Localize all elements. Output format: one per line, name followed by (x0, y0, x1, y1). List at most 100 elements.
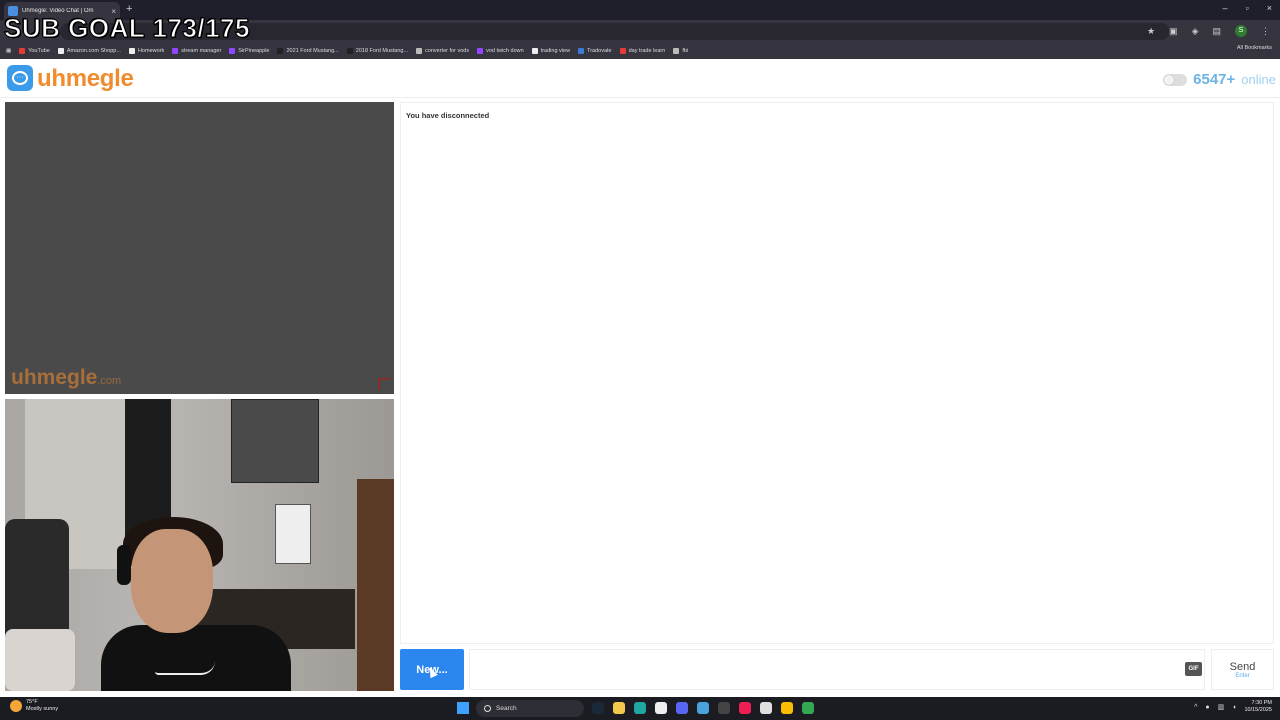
online-indicator: 6547+ online (1163, 71, 1276, 88)
bookmark-favicon-icon (128, 48, 135, 54)
chrome-icon[interactable] (781, 702, 793, 714)
search-icon (484, 705, 491, 712)
chrome-profile-icon[interactable] (802, 702, 814, 714)
bookmark-item[interactable]: 2018 Ford Mustang... (346, 48, 409, 54)
bookmark-label: 2018 Ford Mustang... (355, 48, 409, 54)
site-logo[interactable]: uhmegle (37, 65, 134, 93)
edge-icon[interactable] (634, 702, 646, 714)
sub-goal-overlay: SUB GOAL 173/175 (4, 13, 250, 43)
time: 7:30 PM (1251, 700, 1272, 706)
online-label: online (1241, 72, 1276, 87)
disconnect-status: You have disconnected (406, 111, 490, 120)
bookmark-item[interactable]: Amazon.com Shopp... (57, 48, 121, 54)
bookmark-label: Homework (137, 48, 165, 54)
bookmark-star-icon[interactable]: ★ (1147, 26, 1155, 37)
send-hint: Enter (1235, 672, 1250, 679)
all-bookmarks-button[interactable]: All Bookmarks (1237, 45, 1272, 51)
menu-kebab-icon[interactable]: ⋮ (1261, 26, 1270, 37)
date: 10/15/2025 (1244, 707, 1272, 714)
photos-icon[interactable] (697, 702, 709, 714)
clock[interactable]: 7:30 PM 10/15/2025 (1244, 700, 1272, 714)
bookmark-favicon-icon (19, 48, 26, 54)
bookmark-favicon-icon (229, 48, 236, 54)
bookmarks-bar: ▦ YouTube Amazon.com Shopp... Homework stre… (0, 43, 1280, 59)
theme-toggle[interactable] (1163, 73, 1188, 86)
send-label: Send (1229, 660, 1256, 673)
bookmark-favicon-icon (531, 48, 538, 54)
bookmark-label: stream manager (181, 48, 222, 54)
system-tray: ^ ● ▥ ◖ 7:30 PM 10/15/2025 (1194, 700, 1272, 714)
window-controls: – ▫ × (1223, 3, 1272, 13)
bookmark-favicon-icon (172, 48, 179, 54)
bookmark-label: SirPineapple (238, 48, 270, 54)
sun-icon (10, 699, 22, 712)
bookmark-label: trading view (540, 48, 571, 54)
sidepanel-icon[interactable]: ▤ (1212, 26, 1221, 37)
message-input[interactable] (469, 649, 1205, 690)
bookmark-favicon-icon (578, 48, 585, 54)
bookmark-label: fbi (682, 48, 689, 54)
extension-icon[interactable]: ▣ (1169, 26, 1178, 37)
bookmark-label: Amazon.com Shopp... (66, 48, 121, 54)
bookmark-favicon-icon (277, 48, 284, 54)
weather-condition: Mostly sunny (26, 705, 59, 712)
bookmark-favicon-icon (477, 48, 484, 54)
bookmark-favicon-icon (346, 48, 353, 54)
windows-taskbar: 75°F Mostly sunny Search ^ ● ▥ ◖ 7:30 PM… (0, 697, 1280, 720)
volume-icon[interactable]: ◖ (1232, 704, 1236, 711)
bookmark-label: Tradovate (587, 48, 612, 54)
bookmark-item[interactable]: vod twich down (477, 48, 524, 54)
bookmark-label: 2021 Ford Mustang... (286, 48, 339, 54)
chevron-up-icon[interactable]: ^ (1194, 704, 1197, 711)
taskbar-apps (592, 702, 814, 714)
report-flag-icon[interactable] (378, 378, 390, 390)
mic-icon[interactable]: ● (1205, 704, 1209, 711)
app-icon[interactable] (760, 702, 772, 714)
bookmark-label: YouTube (28, 48, 50, 54)
bookmark-label: vod twich down (486, 48, 524, 54)
bookmark-item[interactable]: Homework (128, 48, 165, 54)
puzzle-icon[interactable]: ◈ (1192, 26, 1199, 37)
bookmark-item[interactable]: YouTube (19, 48, 50, 54)
profile-avatar[interactable]: S (1235, 25, 1247, 37)
maximize-button[interactable]: ▫ (1246, 3, 1249, 13)
bookmark-item[interactable]: 2021 Ford Mustang... (277, 48, 339, 54)
tiktok-icon[interactable] (739, 702, 751, 714)
taskbar-search[interactable]: Search (476, 700, 584, 717)
discord-icon[interactable] (676, 702, 688, 714)
bookmark-favicon-icon (673, 48, 680, 54)
app-header: ··· uhmegle 6547+ online (0, 60, 1280, 98)
bookmark-favicon-icon (57, 48, 64, 54)
apps-grid-icon[interactable]: ▦ (6, 48, 11, 54)
bookmark-item[interactable]: converter for vods (416, 48, 469, 54)
toolbar-icons: ★ ▣ ◈ ▤ S ⋮ (1147, 25, 1270, 37)
bookmark-favicon-icon (416, 48, 423, 54)
folder-icon[interactable] (613, 702, 625, 714)
bookmark-label: day trade learn (628, 48, 666, 54)
bookmark-item[interactable]: SirPineapple (229, 48, 269, 54)
stranger-video: uhmegle.com (5, 102, 394, 394)
bookmark-item[interactable]: day trade learn (619, 48, 666, 54)
bookmark-item[interactable]: Tradovate (578, 48, 612, 54)
steam-icon[interactable] (592, 702, 604, 714)
video-watermark: uhmegle.com (11, 366, 122, 389)
weather-widget[interactable]: 75°F Mostly sunny (10, 699, 58, 712)
bookmark-item[interactable]: fbi (673, 48, 688, 54)
chat-bubble-logo-icon[interactable]: ··· (7, 65, 33, 91)
bookmark-label: converter for vods (425, 48, 470, 54)
network-icon[interactable]: ▥ (1218, 703, 1225, 711)
self-webcam-video (5, 399, 394, 691)
temperature: 75°F (26, 699, 38, 705)
close-window-button[interactable]: × (1267, 3, 1272, 13)
gif-button[interactable]: GIF (1185, 662, 1202, 676)
search-label: Search (496, 705, 517, 712)
send-button[interactable]: Send Enter (1211, 649, 1274, 690)
bookmark-item[interactable]: stream manager (172, 48, 221, 54)
windows-start-icon[interactable] (457, 702, 469, 714)
online-count: 6547+ (1193, 71, 1236, 88)
bookmark-item[interactable]: trading view (531, 48, 571, 54)
minimize-button[interactable]: – (1223, 3, 1228, 13)
obs-icon[interactable] (718, 702, 730, 714)
store-icon[interactable] (655, 702, 667, 714)
bookmark-favicon-icon (619, 48, 626, 54)
